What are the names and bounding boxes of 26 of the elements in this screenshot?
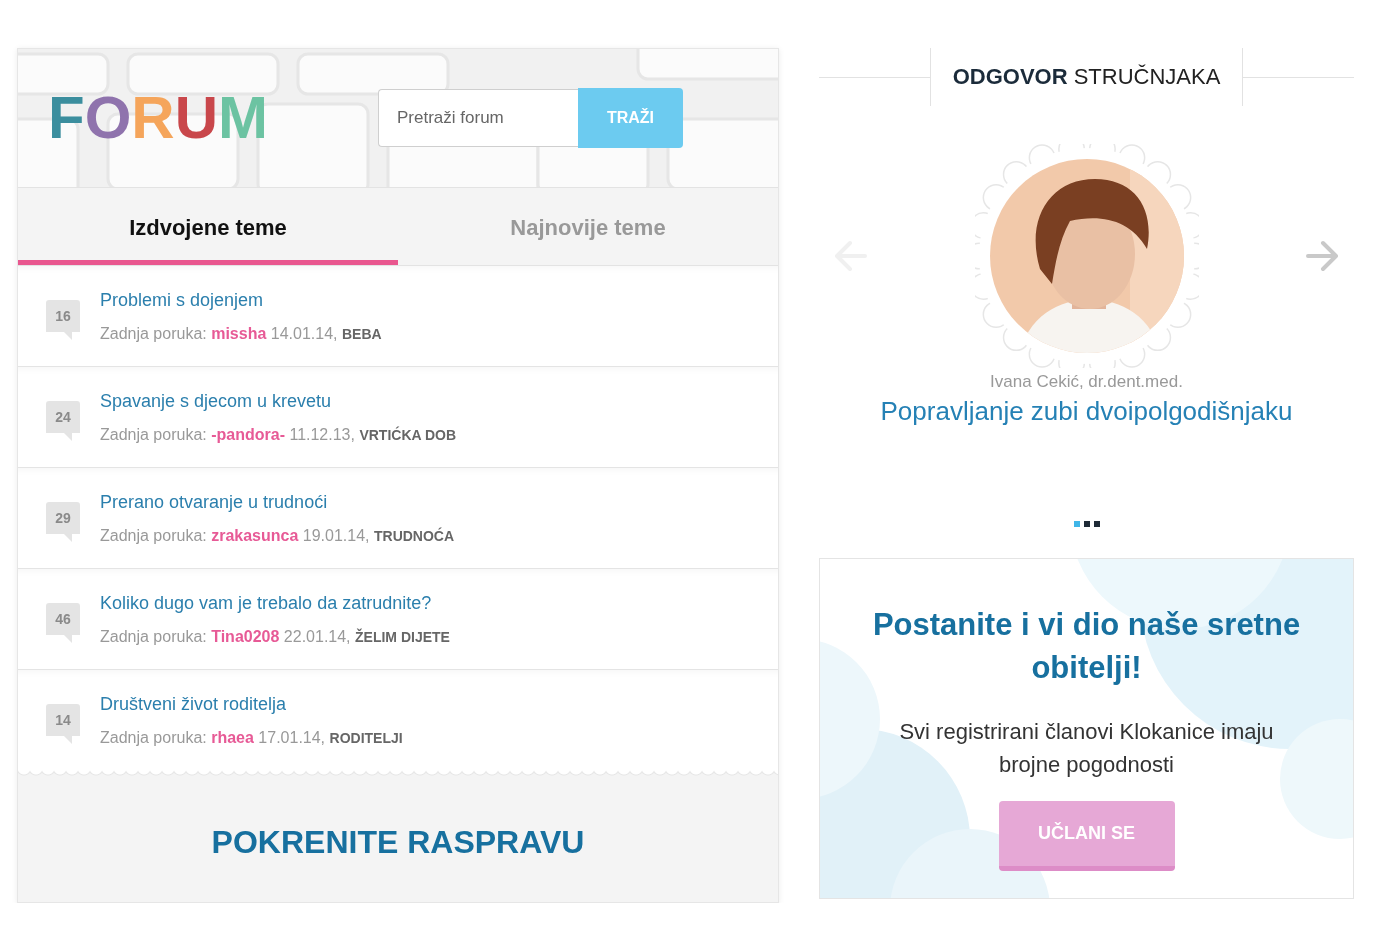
next-arrow-icon[interactable]	[1304, 238, 1340, 274]
promo-text: Svi registrirani članovi Klokanice imaju brojne pogodnosti	[898, 718, 1275, 779]
topic-link[interactable]: Koliko dugo vam je trebalo da zatrudnite?	[100, 592, 432, 614]
topic-link[interactable]: Spavanje s djecom u krevetu	[100, 390, 332, 412]
last-post-info: Zadnja poruka: missha 14.01.14, BEBA	[100, 324, 382, 343]
last-post-info: Zadnja poruka: rhaea 17.01.14, RODITELJI	[100, 728, 403, 747]
reply-count-bubble: 24	[46, 401, 80, 441]
section-heading: ODGOVOR STRUČNJAKA	[929, 48, 1244, 106]
reply-count-bubble: 14	[46, 704, 80, 744]
topic-link[interactable]: Problemi s dojenjem	[100, 289, 264, 311]
reply-count-bubble: 16	[46, 300, 80, 340]
topic-link[interactable]: Društveni život roditelja	[100, 693, 287, 715]
start-discussion-link[interactable]: POKRENITE RASPRAVU	[211, 824, 585, 861]
question-link[interactable]: Popravljanje zubi dvoipolgodišnjaku	[880, 396, 1293, 427]
search-field[interactable]: Pretraži forum	[378, 88, 578, 147]
last-post-info: Zadnja poruka: Tina0208 22.01.14, ŽELIM DIJETE	[100, 627, 450, 646]
tab[interactable]: Najnovije teme	[398, 188, 778, 265]
expert-name: Ivana Cekić, dr.dent.med.	[990, 372, 1183, 392]
promo-heading: Postanite i vi dio naše sretne obitelji!	[871, 606, 1302, 687]
reply-count-bubble: 29	[46, 502, 80, 542]
topic-link[interactable]: Prerano otvaranje u trudnoći	[100, 491, 328, 513]
reply-count-bubble: 46	[46, 603, 80, 643]
tab[interactable]: Izdvojene teme	[18, 188, 398, 265]
last-post-info: Zadnja poruka: zrakasunca 19.01.14, TRUDNOĆA	[100, 526, 455, 545]
last-post-info: Zadnja poruka: -pandora- 11.12.13, VRTIĆKA DOB	[100, 425, 457, 444]
forum-logo[interactable]: FORUM	[48, 88, 268, 148]
